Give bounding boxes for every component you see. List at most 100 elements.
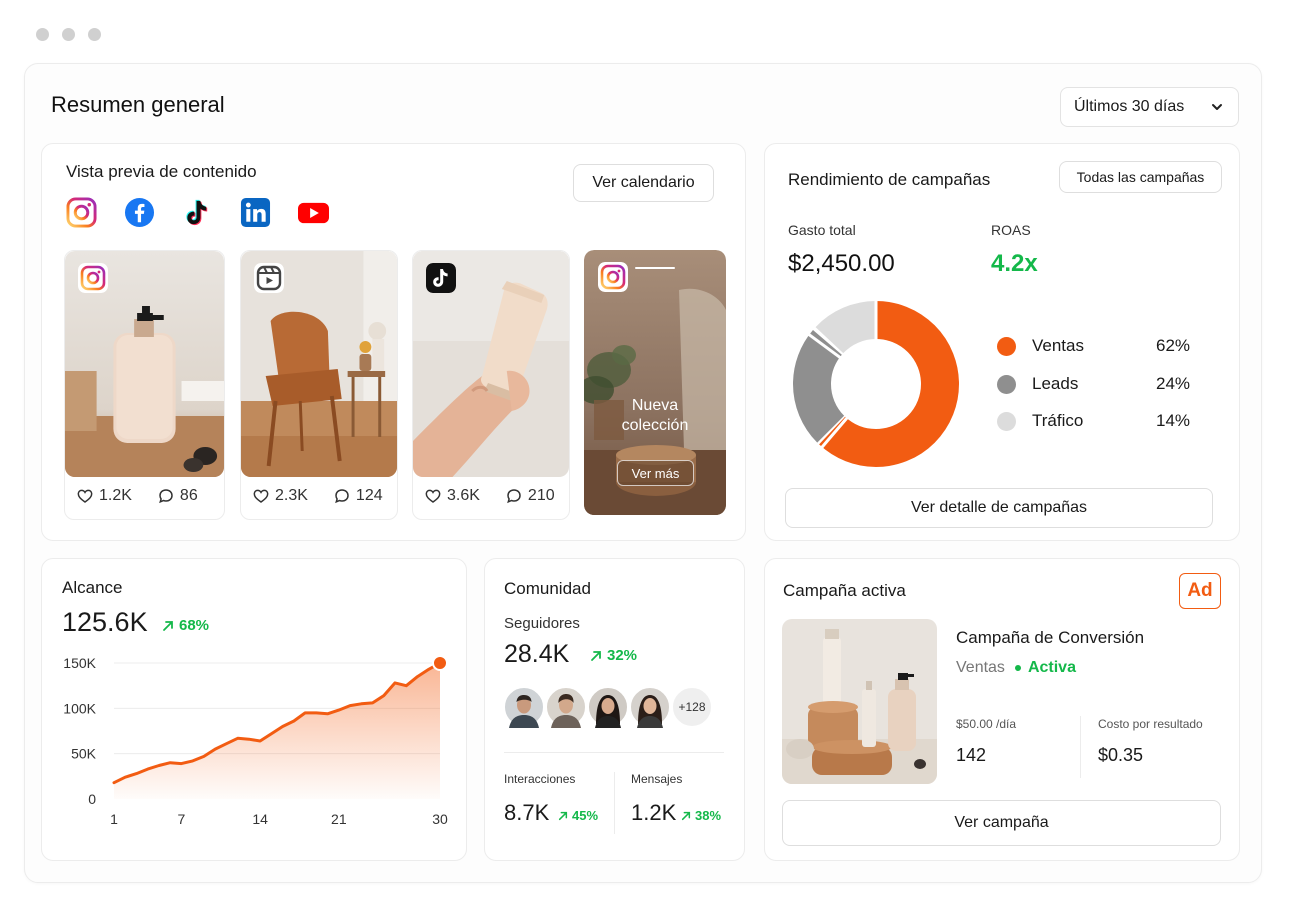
avatar-more-count[interactable]: +128: [671, 686, 713, 728]
avatar[interactable]: [629, 686, 671, 728]
story-preview-card[interactable]: Nueva colección Ver más: [584, 250, 726, 515]
messages-change-value: 38%: [695, 808, 722, 823]
instagram-badge-icon: [598, 262, 628, 292]
legend-value: 62%: [1156, 336, 1191, 355]
interactions-value: 8.7K: [504, 800, 550, 825]
view-calendar-button[interactable]: Ver calendario: [573, 164, 714, 202]
status-dot: [1014, 665, 1021, 671]
stat-divider: [1080, 716, 1081, 778]
reach-change-value: 68%: [179, 617, 210, 634]
view-campaign-button[interactable]: Ver campaña: [782, 800, 1221, 846]
ad-badge: Ad: [1179, 573, 1221, 609]
heart-icon[interactable]: [77, 488, 93, 504]
story-progress-bar: [635, 267, 675, 269]
campaign-donut-chart: [793, 300, 959, 467]
total-spend-value: $2,450.00: [788, 250, 895, 277]
content-post-card[interactable]: 1.2K 86: [64, 250, 225, 520]
campaign-objective: Ventas: [956, 659, 1005, 676]
date-range-value: Últimos 30 días: [1074, 98, 1185, 115]
chart-x-tick-label: 7: [178, 811, 186, 827]
comment-icon[interactable]: [334, 488, 350, 504]
messages-value: 1.2K: [631, 800, 677, 825]
content-post-card[interactable]: 2.3K 124: [240, 250, 398, 520]
post-likes: 2.3K: [275, 487, 308, 504]
total-spend-label: Gasto total: [788, 222, 856, 238]
legend-value: 24%: [1156, 374, 1191, 393]
post-comments: 210: [527, 487, 555, 504]
date-range-select[interactable]: Últimos 30 días: [1060, 87, 1239, 127]
window-controls: [36, 28, 101, 41]
followers-change: 32%: [590, 647, 637, 664]
messages-change: 38%: [681, 808, 721, 823]
followers-value: 28.4K: [504, 640, 570, 668]
comment-icon[interactable]: [506, 488, 522, 504]
campaign-product-image: [782, 619, 937, 784]
followers-change-value: 32%: [607, 647, 638, 664]
avatar[interactable]: [503, 686, 545, 728]
tiktok-badge-icon: [426, 263, 456, 293]
facebook-icon[interactable]: [124, 197, 155, 228]
campaign-detail-button[interactable]: Ver detalle de campañas: [785, 488, 1213, 528]
cpr-label: Costo por resultado: [1098, 717, 1203, 731]
all-campaigns-button[interactable]: Todas las campañas: [1059, 161, 1222, 193]
page-title: Resumen general: [51, 92, 225, 117]
story-headline: Nueva colección: [584, 396, 726, 436]
chart-x-tick-label: 1: [110, 811, 118, 827]
post-comments: 124: [355, 487, 383, 504]
reels-badge-icon: [254, 263, 284, 293]
content-preview-title: Vista previa de contenido: [66, 162, 257, 181]
community-divider: [504, 752, 724, 753]
story-headline-line: Nueva: [631, 397, 679, 414]
roas-label: ROAS: [991, 222, 1031, 238]
active-campaign-title: Campaña activa: [783, 581, 906, 600]
community-title: Comunidad: [504, 579, 591, 598]
budget-label: $50.00 /día: [956, 717, 1017, 731]
youtube-icon[interactable]: [297, 197, 330, 228]
interactions-change: 45%: [558, 808, 598, 823]
legend-label: Ventas: [1032, 336, 1084, 355]
arrow-up-right-icon: [681, 811, 691, 820]
campaign-name: Campaña de Conversión: [956, 628, 1145, 647]
reach-line-chart: 150K 100K 50K 01 7 14 21 30: [63, 655, 448, 827]
legend-dot-ventas: [997, 337, 1016, 356]
messages-label: Mensajes: [631, 772, 683, 786]
legend-label: Leads: [1032, 374, 1079, 393]
campaign-status: Activa: [1027, 659, 1076, 676]
comment-icon[interactable]: [158, 488, 174, 504]
chart-y-tick-label: 0: [88, 791, 96, 807]
reach-title: Alcance: [62, 578, 123, 597]
community-divider: [614, 772, 615, 834]
linkedin-icon[interactable]: [240, 197, 271, 228]
budget-value: 142: [956, 745, 987, 765]
content-post-card[interactable]: 3.6K 210: [412, 250, 570, 520]
heart-icon[interactable]: [253, 488, 269, 504]
legend-dot-trafico: [997, 412, 1016, 431]
window-dot[interactable]: [36, 28, 49, 41]
avatar[interactable]: [545, 686, 587, 728]
chart-x-tick-label: 30: [432, 811, 448, 827]
avatar[interactable]: [587, 686, 629, 728]
heart-icon[interactable]: [425, 488, 441, 504]
interactions-change-value: 45%: [572, 808, 599, 823]
arrow-up-right-icon: [591, 650, 601, 661]
campaign-performance-title: Rendimiento de campañas: [788, 170, 991, 189]
post-likes: 1.2K: [99, 487, 132, 504]
window-dot[interactable]: [88, 28, 101, 41]
roas-value: 4.2x: [991, 250, 1038, 277]
instagram-icon[interactable]: [66, 197, 97, 228]
post-likes: 3.6K: [447, 487, 480, 504]
legend-value: 14%: [1156, 411, 1191, 430]
campaign-objective-row: Ventas Activa: [956, 659, 1076, 677]
window-dot[interactable]: [62, 28, 75, 41]
chart-y-tick-label: 50K: [71, 746, 97, 762]
interactions-label: Interacciones: [504, 772, 576, 786]
chart-y-tick-label: 150K: [63, 655, 96, 671]
followers-label: Seguidores: [504, 615, 580, 632]
chart-x-tick-label: 14: [252, 811, 268, 827]
tiktok-icon[interactable]: [182, 197, 213, 228]
post-comments: 86: [179, 487, 198, 504]
chart-data-point: [432, 655, 448, 671]
story-headline-line: colección: [621, 417, 689, 434]
cpr-value: $0.35: [1098, 745, 1144, 765]
story-cta-button[interactable]: Ver más: [617, 460, 694, 486]
